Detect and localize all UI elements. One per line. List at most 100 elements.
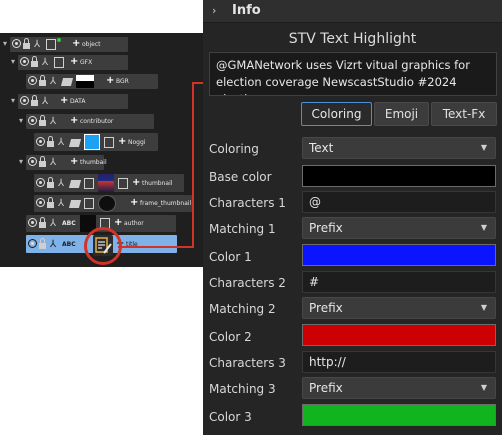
chevron-down-icon: ▼	[480, 303, 487, 312]
lock-icon[interactable]	[47, 136, 54, 148]
characters-1-input[interactable]: @	[302, 191, 496, 213]
expand-plus-icon[interactable]: +	[70, 56, 78, 68]
lock-icon[interactable]	[39, 115, 46, 127]
material-icon	[60, 78, 74, 86]
collapse-toggle-icon[interactable]: ▾	[1, 38, 9, 50]
expand-plus-icon[interactable]: +	[114, 217, 122, 229]
node-label: GFX	[80, 59, 93, 66]
transform-axis-icon: ⅄	[49, 218, 57, 229]
visibility-eye-icon[interactable]	[12, 39, 21, 48]
lock-icon[interactable]	[39, 75, 46, 87]
transform-axis-icon: ⅄	[57, 137, 65, 148]
tree-row-data[interactable]: ▾ ⅄ + DATA	[11, 94, 128, 109]
tree-row-gfx[interactable]: ▾ ⅄ + GFX	[11, 55, 128, 70]
collapse-toggle-icon[interactable]: ▾	[9, 56, 17, 68]
characters-2-label: Characters 2	[209, 276, 286, 290]
visibility-eye-icon[interactable]	[28, 218, 37, 227]
visibility-eye-icon[interactable]	[28, 76, 37, 85]
lock-icon[interactable]	[23, 38, 30, 50]
collapse-caret-icon[interactable]: ›	[212, 3, 216, 19]
lock-icon[interactable]	[31, 56, 38, 68]
visibility-eye-icon[interactable]	[28, 239, 37, 248]
tree-row-thumbail[interactable]: ▾ ⅄ + thumbail	[19, 155, 107, 170]
lock-icon[interactable]	[39, 238, 46, 250]
tree-row-noggi[interactable]: ⅄ + Noggi	[34, 133, 158, 151]
properties-panel: › Info STV Text Highlight @GMANetwork us…	[203, 0, 502, 435]
twitter-logo-thumbnail	[84, 134, 100, 150]
node-label: thumbail	[80, 159, 107, 166]
characters-1-label: Characters 1	[209, 196, 286, 210]
characters-3-input[interactable]: http://	[302, 351, 496, 373]
coloring-dropdown[interactable]: Text ▼	[302, 137, 496, 159]
tree-row-frame-thumbnail[interactable]: ⅄ + frame_thumbnail	[34, 195, 192, 212]
text-highlight-plugin-icon[interactable]	[93, 235, 113, 256]
visibility-eye-icon[interactable]	[36, 137, 45, 146]
expand-plus-icon[interactable]: +	[60, 95, 68, 107]
image-icon	[84, 198, 94, 209]
expand-plus-icon[interactable]: +	[106, 75, 114, 87]
transform-axis-icon: ⅄	[57, 198, 65, 209]
tree-row-bgr[interactable]: ⅄ + BGR	[26, 74, 158, 89]
color-3-swatch[interactable]	[302, 404, 496, 426]
text-input-area[interactable]: @GMANetwork uses Vizrt vitual graphics f…	[209, 52, 497, 96]
coloring-label: Coloring	[209, 142, 259, 156]
text-geometry-icon: ABC	[62, 220, 76, 227]
node-label: author	[124, 220, 144, 227]
visibility-eye-icon[interactable]	[28, 116, 37, 125]
characters-2-input[interactable]: #	[302, 271, 496, 293]
expand-plus-icon[interactable]: +	[72, 38, 80, 50]
expand-plus-icon[interactable]: +	[130, 197, 138, 209]
expand-plus-icon[interactable]: +	[118, 136, 126, 148]
collapse-toggle-icon[interactable]: ▾	[17, 156, 25, 168]
collapse-toggle-icon[interactable]: ▾	[9, 95, 17, 107]
info-title: Info	[232, 3, 261, 18]
transform-axis-icon: ⅄	[49, 116, 57, 127]
lock-icon[interactable]	[47, 197, 54, 209]
node-label: DATA	[70, 98, 86, 105]
matching-3-dropdown[interactable]: Prefix ▼	[302, 377, 496, 399]
expand-plus-icon[interactable]: +	[70, 156, 78, 168]
callout-connector-line	[192, 82, 194, 248]
tab-emoji[interactable]: Emoji	[374, 102, 429, 126]
tree-row-object[interactable]: ▾ ⅄ + object	[3, 37, 128, 52]
plugin-title: STV Text Highlight	[288, 31, 417, 47]
lock-icon[interactable]	[47, 177, 54, 189]
matching-2-dropdown[interactable]: Prefix ▼	[302, 297, 496, 319]
material-icon	[68, 139, 82, 147]
portrait-thumbnail	[98, 174, 114, 192]
collapse-toggle-icon[interactable]: ▾	[17, 115, 25, 127]
visibility-eye-icon[interactable]	[36, 178, 45, 187]
matching-2-label: Matching 2	[209, 302, 276, 316]
color-1-swatch[interactable]	[302, 244, 496, 266]
node-label: BGR	[116, 78, 129, 85]
tab-coloring[interactable]: Coloring	[301, 102, 372, 126]
lock-icon[interactable]	[39, 217, 46, 229]
matching-2-value: Prefix	[309, 301, 343, 315]
text-geometry-icon: ABC	[62, 241, 76, 248]
tree-row-thumbnail[interactable]: ⅄ + thumbnail	[34, 174, 184, 192]
info-section-header[interactable]: › Info	[203, 0, 502, 23]
visibility-eye-icon[interactable]	[20, 96, 29, 105]
color-1-label: Color 1	[209, 250, 252, 264]
node-label: contributor	[80, 118, 114, 125]
lock-icon[interactable]	[31, 95, 38, 107]
chevron-down-icon: ▼	[480, 383, 487, 392]
expand-plus-icon[interactable]: +	[70, 115, 78, 127]
tab-text-fx[interactable]: Text-Fx	[431, 102, 497, 126]
visibility-eye-icon[interactable]	[36, 198, 45, 207]
image-icon	[104, 137, 114, 148]
base-color-swatch[interactable]	[302, 165, 496, 187]
transform-axis-icon: ⅄	[49, 157, 57, 168]
color-2-swatch[interactable]	[302, 324, 496, 346]
expand-plus-icon[interactable]: +	[132, 177, 140, 189]
visibility-eye-icon[interactable]	[20, 57, 29, 66]
coloring-value: Text	[309, 141, 334, 155]
visibility-eye-icon[interactable]	[28, 157, 37, 166]
material-icon	[68, 180, 82, 188]
matching-1-dropdown[interactable]: Prefix ▼	[302, 217, 496, 239]
tree-row-contributor[interactable]: ▾ ⅄ + contributor	[19, 114, 154, 129]
color-3-label: Color 3	[209, 410, 252, 424]
status-dot-icon	[57, 38, 61, 42]
base-color-label: Base color	[209, 170, 272, 184]
lock-icon[interactable]	[39, 156, 46, 168]
